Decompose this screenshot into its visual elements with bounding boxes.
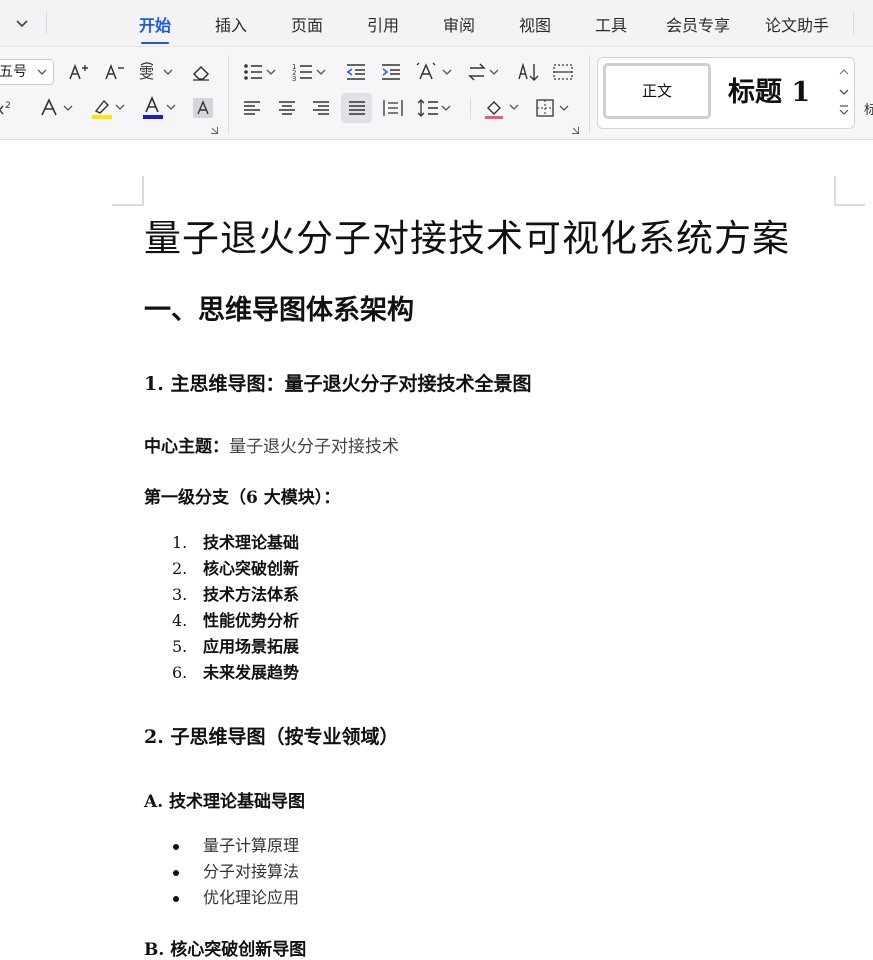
align-right-button[interactable]: [309, 95, 333, 121]
increase-indent-button[interactable]: [377, 59, 405, 85]
tab-tools[interactable]: 工具: [595, 12, 627, 36]
ribbon-divider: [228, 55, 229, 133]
svg-text:雯: 雯: [139, 64, 154, 82]
svg-text:3: 3: [292, 75, 296, 83]
document-title: 量子退火分子对接技术可视化系统方案: [144, 217, 790, 260]
phonetic-guide-button[interactable]: 雯: [136, 59, 176, 85]
tab-insert[interactable]: 插入: [215, 12, 247, 36]
paragraph-dialog-launcher-icon[interactable]: [572, 127, 579, 134]
character-shading-icon: [193, 98, 213, 118]
ribbon-toolbar: 五号 雯 2 1 2 3 正文 标题 1 标: [0, 47, 873, 140]
tab-thesis-assistant[interactable]: 论文助手: [765, 12, 829, 36]
subsection-heading-2: 2. 子思维导图（按专业领域）: [144, 726, 399, 748]
sort-button[interactable]: [515, 59, 543, 85]
gallery-expand-icon[interactable]: [839, 105, 849, 115]
sort-icon: [518, 62, 539, 81]
decrease-indent-button[interactable]: [342, 59, 370, 85]
show-marks-icon: [553, 64, 573, 80]
borders-icon: [536, 99, 569, 117]
justify-icon: [348, 101, 365, 115]
tab-member[interactable]: 会员专享: [666, 12, 730, 36]
distribute-icon: [383, 100, 403, 116]
paint-bucket-icon: [485, 101, 519, 119]
style-gallery-scroll[interactable]: [836, 62, 852, 126]
chevron-down-icon: [37, 69, 47, 75]
justify-button[interactable]: [341, 93, 372, 123]
align-center-button[interactable]: [275, 95, 299, 121]
style-gallery: 正文 标题 1: [597, 57, 855, 129]
font-dialog-launcher-icon[interactable]: [211, 127, 218, 134]
document-page: 量子退火分子对接技术可视化系统方案 一、思维导图体系架构 1. 主思维导图：量子…: [0, 140, 873, 960]
borders-button[interactable]: [533, 95, 573, 121]
distribute-button[interactable]: [380, 95, 406, 121]
subsection-heading-b: B. 核心突破创新导图: [144, 940, 307, 960]
character-shading-button[interactable]: [190, 95, 216, 121]
superscript-button[interactable]: 2: [0, 95, 16, 121]
eraser-icon: [192, 65, 210, 81]
ribbon-divider: [589, 55, 590, 133]
superscript-icon: 2: [0, 101, 11, 115]
tab-home[interactable]: 开始: [139, 12, 171, 44]
grow-font-button[interactable]: [64, 59, 92, 85]
menu-divider-right: [853, 12, 854, 34]
menu-bar: 开始 插入 页面 引用 审阅 视图 工具 会员专享 论文助手: [0, 0, 873, 47]
collapse-chevron-icon[interactable]: [12, 13, 32, 33]
center-topic-value: 量子退火分子对接技术: [229, 437, 399, 457]
style-heading-1[interactable]: 标题 1: [728, 70, 810, 109]
align-left-button[interactable]: [240, 95, 264, 121]
align-left-icon: [244, 101, 260, 115]
chevron-up-icon[interactable]: [839, 69, 849, 75]
tab-view[interactable]: 视图: [519, 12, 551, 36]
clear-format-button[interactable]: [187, 59, 215, 85]
font-color-button[interactable]: [140, 95, 180, 121]
svg-text:2: 2: [5, 101, 11, 111]
line-spacing-icon: [417, 99, 451, 117]
align-center-icon: [279, 101, 295, 115]
shading-button[interactable]: [482, 95, 522, 121]
bullet-list-button[interactable]: [241, 59, 279, 85]
font-color-icon: [143, 96, 176, 119]
shrink-font-button[interactable]: [100, 59, 128, 85]
tab-review[interactable]: 审阅: [443, 12, 475, 36]
font-size-value: 五号: [0, 64, 27, 80]
center-topic-paragraph: 中心主题：量子退火分子对接技术: [144, 432, 399, 457]
bullet-icon: [173, 896, 179, 902]
show-marks-button[interactable]: [550, 59, 576, 85]
style-normal[interactable]: 正文: [603, 63, 711, 119]
subsection-heading-a: A. 技术理论基础导图: [144, 792, 306, 812]
bullet-list-icon: [244, 64, 276, 80]
font-size-select[interactable]: 五号: [0, 59, 54, 85]
bullet-icon: [173, 844, 179, 850]
ribbon-divider: [470, 99, 471, 119]
numbered-list-icon: 1 2 3: [292, 63, 326, 83]
grow-font-icon: [69, 63, 88, 80]
tab-page[interactable]: 页面: [291, 12, 323, 36]
center-topic-label: 中心主题：: [144, 437, 229, 457]
style-overflow-label: 标: [864, 103, 873, 118]
level1-label-paragraph: 第一级分支（6 大模块）：: [144, 483, 340, 508]
level1-label: 第一级分支（6 大模块）：: [144, 488, 341, 508]
subsection-heading-1: 1. 主思维导图：量子退火分子对接技术全景图: [144, 373, 532, 395]
increase-indent-icon: [382, 64, 400, 80]
align-right-icon: [313, 101, 329, 115]
numbered-list-button[interactable]: 1 2 3: [290, 59, 330, 85]
phonetic-guide-icon: 雯: [139, 62, 173, 82]
highlighter-icon: [92, 99, 125, 119]
decrease-indent-icon: [346, 64, 365, 80]
swap-arrows-icon: [468, 63, 499, 81]
menu-divider: [46, 12, 47, 34]
tab-references[interactable]: 引用: [367, 12, 399, 36]
section-heading-1: 一、思维导图体系架构: [144, 295, 414, 326]
chevron-down-icon[interactable]: [839, 89, 849, 95]
bullet-icon: [173, 870, 179, 876]
line-spacing-button[interactable]: [416, 95, 454, 121]
sort-swap-button[interactable]: [466, 59, 502, 85]
shrink-font-icon: [105, 63, 124, 80]
text-direction-button[interactable]: [414, 59, 456, 85]
text-effect-icon: [41, 98, 73, 116]
text-effect-button[interactable]: [38, 95, 78, 121]
text-direction-icon: [416, 62, 452, 80]
highlight-button[interactable]: [89, 95, 129, 121]
document-area[interactable]: 量子退火分子对接技术可视化系统方案 一、思维导图体系架构 1. 主思维导图：量子…: [0, 140, 873, 960]
